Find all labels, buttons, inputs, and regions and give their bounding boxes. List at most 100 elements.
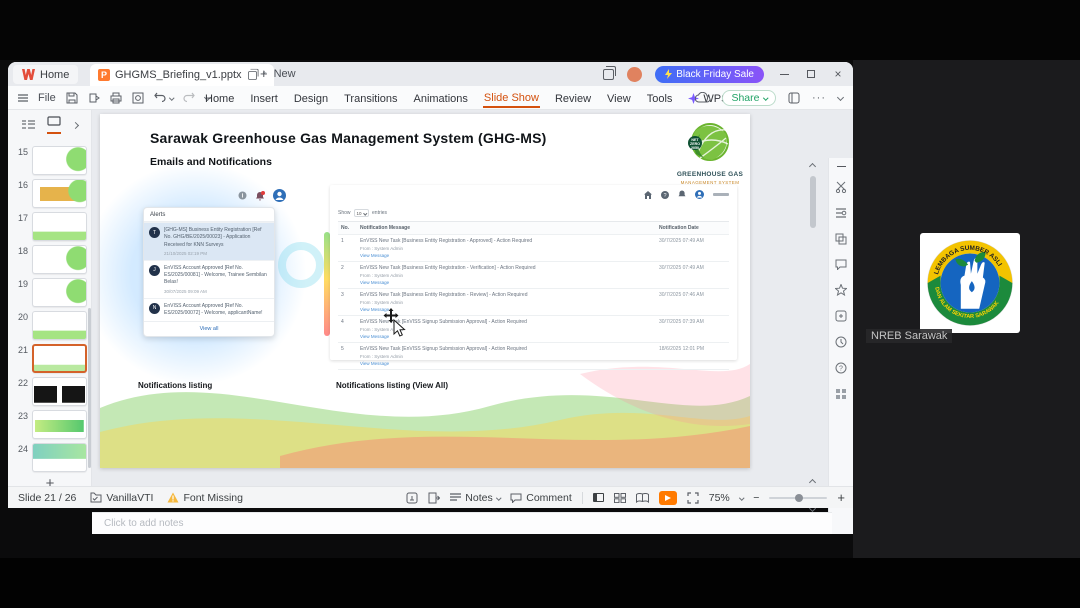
normal-view-icon[interactable] [592,493,604,502]
thumb-image [32,212,87,241]
comment-pane-icon[interactable] [835,259,847,270]
slide-subtitle: Emails and Notifications [150,156,272,168]
panel-scrollbar[interactable] [88,308,91,468]
tab-home[interactable]: Home [204,89,235,107]
slide-thumb-24[interactable]: 24 [12,443,90,473]
format-pane-icon[interactable] [835,207,847,219]
slide-thumb-21-selected[interactable]: 21 [12,344,90,374]
minimize-button[interactable] [777,67,791,81]
undo-button[interactable] [153,92,174,103]
col-date: Notification Date [659,225,699,231]
output-icon[interactable] [88,92,100,104]
portal-username-text [713,193,729,196]
tab-insert[interactable]: Insert [249,89,279,107]
titlebar: Home P GHGMS_Briefing_v1.pptx * + New Bl… [8,62,853,86]
slide-thumb-23[interactable]: 23 [12,410,90,440]
slide-thumb-18[interactable]: 18 [12,245,90,275]
reading-view-icon[interactable] [635,492,649,503]
slideshow-play-button[interactable] [658,490,677,505]
view-message-link: View Message [360,253,390,258]
slide-view-icon[interactable] [47,116,61,134]
promo-button[interactable]: Black Friday Sale [655,65,764,83]
cloud-sync-icon[interactable] [695,92,711,103]
slide-thumb-20[interactable]: 20 [12,311,90,341]
nreb-sarawak-logo: LEMBAGA SUMBER ASLI DAN ALAM SEKITAR SAR… [927,240,1013,326]
tab-window-icon[interactable] [247,68,259,80]
alerts-dropdown-screenshot[interactable]: Alerts T [GHG-MS] Business Entity Regist… [143,207,275,337]
tab-tools[interactable]: Tools [646,89,674,107]
zoom-dropdown-icon[interactable] [739,495,744,500]
cut-icon[interactable] [835,181,847,193]
zoom-slider[interactable] [769,493,828,502]
ghgms-logo-name: GREENHOUSE GAS [676,171,744,178]
present-from-start-icon[interactable] [428,492,441,504]
tab-slide-show[interactable]: Slide Show [482,88,540,108]
tab-animations[interactable]: Animations [413,89,469,107]
hamburger-icon[interactable] [18,93,28,102]
ribbon-tabs: Home Insert Design Transitions Animation… [204,86,768,109]
notes-toggle[interactable]: Notes [450,492,501,504]
print-preview-icon[interactable] [132,92,144,104]
notes-dropdown-icon [496,495,501,500]
theme-indicator[interactable]: VanillaVTI [90,492,153,504]
undo-dropdown-icon[interactable] [169,95,174,100]
share-button[interactable]: Share [722,89,776,106]
zoom-slider-handle[interactable] [795,493,804,502]
font-missing-warning[interactable]: Font Missing [167,492,243,504]
slide-thumb-19[interactable]: 19 [12,278,90,308]
row-date: 30/7/2025 07:49 AM [659,265,704,271]
print-icon[interactable] [110,92,122,104]
outline-view-icon[interactable] [22,119,35,131]
more-options-icon[interactable]: ··· [812,92,826,104]
zoom-in-button[interactable]: + [837,490,845,505]
collapse-ribbon-icon[interactable] [836,93,845,102]
comment-button[interactable]: Comment [510,492,572,504]
zoom-level[interactable]: 75% [709,492,730,504]
zoom-out-button[interactable]: − [753,492,759,504]
slide-thumb-17[interactable]: 17 [12,212,90,242]
animation-pane-icon[interactable] [835,310,847,322]
slide-thumb-15[interactable]: 15 [12,146,90,176]
star-icon[interactable] [835,284,847,296]
slide-number: 24 [17,444,28,454]
participant-video-tile[interactable]: LEMBAGA SUMBER ASLI DAN ALAM SEKITAR SAR… [920,233,1020,333]
layers-icon[interactable] [835,233,847,245]
tab-design[interactable]: Design [293,89,329,107]
panel-expand-icon[interactable] [71,121,80,129]
svg-text:?: ? [839,365,843,372]
scrollbar-thumb[interactable] [810,176,816,228]
font-missing-label: Font Missing [183,491,243,504]
close-button[interactable]: × [831,67,845,81]
slide-counter: Slide 21 / 26 [18,491,77,504]
save-icon[interactable] [66,92,78,104]
slide-thumb-22[interactable]: 22 [12,377,90,407]
wps-home-tab[interactable]: Home [13,65,79,84]
maximize-button[interactable] [804,67,818,81]
history-icon[interactable] [835,336,847,348]
scroll-up-icon[interactable] [808,162,817,171]
slide-settings-icon[interactable] [406,492,418,504]
slide-sorter-view-icon[interactable] [613,492,626,503]
canvas-scrollbar[interactable] [808,162,818,516]
file-menu[interactable]: File [38,92,56,104]
theme-name: VanillaVTI [106,491,154,504]
fit-slide-icon[interactable] [687,491,699,504]
account-avatar[interactable] [627,66,643,82]
new-tab-button[interactable]: + New [260,66,296,81]
notes-area[interactable]: Click to add notes [92,512,832,534]
apps-grid-icon[interactable] [835,388,847,400]
table-row: 1 EnVISS New Task [Business Entity Regis… [338,235,729,262]
document-tab[interactable]: P GHGMS_Briefing_v1.pptx * [90,64,275,86]
slide-canvas[interactable]: Sarawak Greenhouse Gas Management System… [100,114,750,468]
thumb-image [32,179,87,208]
redo-icon[interactable] [183,92,196,103]
tab-list-icon[interactable] [603,65,617,80]
tab-view[interactable]: View [606,89,632,107]
help-pane-icon[interactable]: ? [835,362,847,374]
slide-thumb-16[interactable]: 16 [12,179,90,209]
tab-transitions[interactable]: Transitions [343,89,398,107]
collapse-pane-icon[interactable] [836,166,846,167]
tab-review[interactable]: Review [554,89,592,107]
task-pane-icon[interactable] [788,92,800,104]
previous-slide-icon[interactable] [808,478,817,487]
